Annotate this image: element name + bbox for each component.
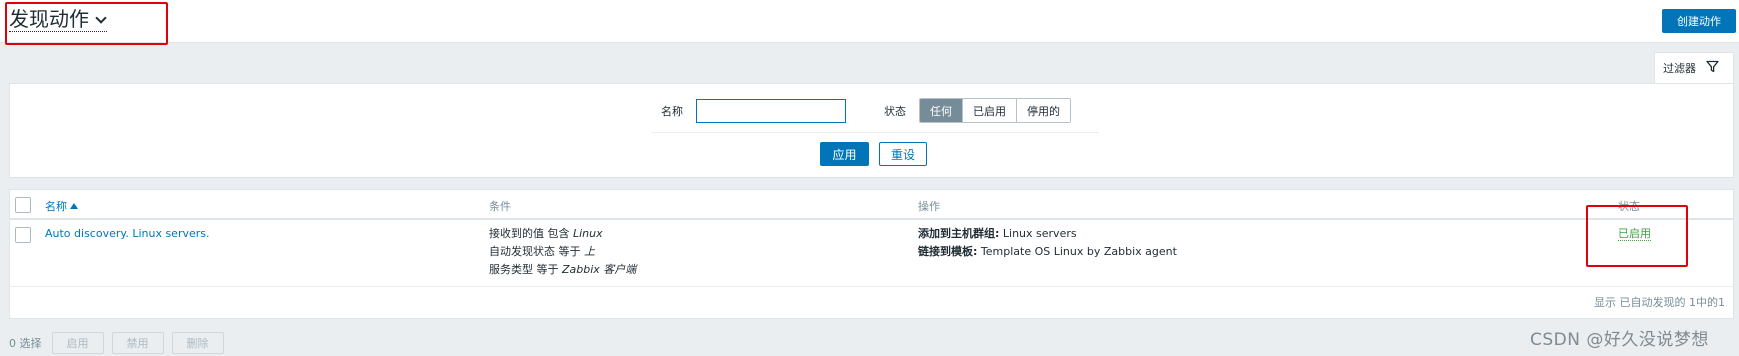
filter-status-segmented: 任何 已启用 停用的 — [919, 98, 1071, 123]
status-enabled-link[interactable]: 已启用 — [1618, 227, 1651, 241]
operation-line: 链接到模板: Template OS Linux by Zabbix agent — [918, 245, 1177, 258]
column-header-conditions: 条件 — [489, 200, 511, 213]
condition-line: 服务类型 等于 Zabbix 客户端 — [489, 263, 637, 276]
filter-divider — [651, 132, 1099, 133]
table-summary: 显示 已自动发现的 1中的1 — [1594, 296, 1725, 309]
condition-line: 接收到的值 包含 Linux — [489, 227, 603, 240]
action-name-link[interactable]: Auto discovery. Linux servers. — [45, 225, 210, 243]
select-all-checkbox[interactable] — [15, 197, 31, 213]
row-checkbox[interactable] — [15, 227, 31, 243]
create-action-button[interactable]: 创建动作 — [1662, 9, 1736, 33]
actions-table: 名称 条件 操作 状态 Auto discovery. Linux server… — [9, 189, 1734, 319]
filter-tab[interactable]: 过滤器 — [1654, 52, 1734, 83]
watermark: CSDN @好久没说梦想 — [1530, 330, 1709, 350]
sort-ascending-icon — [70, 203, 78, 209]
reset-button[interactable]: 重设 — [879, 142, 927, 166]
column-header-name-label: 名称 — [45, 200, 67, 213]
filter-name-input[interactable] — [696, 99, 846, 123]
column-header-status: 状态 — [1618, 200, 1640, 213]
status-option-enabled[interactable]: 已启用 — [963, 99, 1017, 122]
filter-panel: 名称 状态 任何 已启用 停用的 应用 重设 — [9, 83, 1734, 178]
column-header-name[interactable]: 名称 — [45, 198, 78, 214]
column-header-operations: 操作 — [918, 200, 940, 213]
filter-status-label: 状态 — [884, 105, 906, 118]
apply-button[interactable]: 应用 — [820, 142, 869, 166]
operation-line: 添加到主机群组: Linux servers — [918, 227, 1077, 240]
filter-icon — [1706, 60, 1719, 76]
action-status[interactable]: 已启用 — [1618, 225, 1651, 243]
status-option-any[interactable]: 任何 — [920, 99, 963, 122]
filter-tab-label: 过滤器 — [1663, 62, 1696, 75]
selected-count: 0 选择 — [9, 337, 42, 350]
table-header: 名称 条件 操作 状态 — [10, 190, 1733, 220]
page-header: 发现动作 创建动作 — [0, 0, 1739, 43]
delete-button[interactable]: 删除 — [171, 332, 224, 354]
table-row: Auto discovery. Linux servers. 接收到的值 包含 … — [10, 220, 1733, 287]
status-option-disabled[interactable]: 停用的 — [1017, 99, 1070, 122]
page-title-dropdown[interactable]: 发现动作 — [9, 7, 107, 32]
chevron-down-icon — [95, 12, 107, 24]
condition-line: 自动发现状态 等于 上 — [489, 245, 595, 258]
mass-action-bar: 0 选择 启用 禁用 删除 — [9, 331, 224, 355]
action-conditions: 接收到的值 包含 Linux 自动发现状态 等于 上 服务类型 等于 Zabbi… — [489, 225, 636, 279]
enable-button[interactable]: 启用 — [51, 332, 104, 354]
filter-name-label: 名称 — [661, 105, 683, 118]
action-operations: 添加到主机群组: Linux servers 链接到模板: Template O… — [918, 225, 1177, 261]
disable-button[interactable]: 禁用 — [111, 332, 164, 354]
page-title-text: 发现动作 — [9, 7, 89, 31]
